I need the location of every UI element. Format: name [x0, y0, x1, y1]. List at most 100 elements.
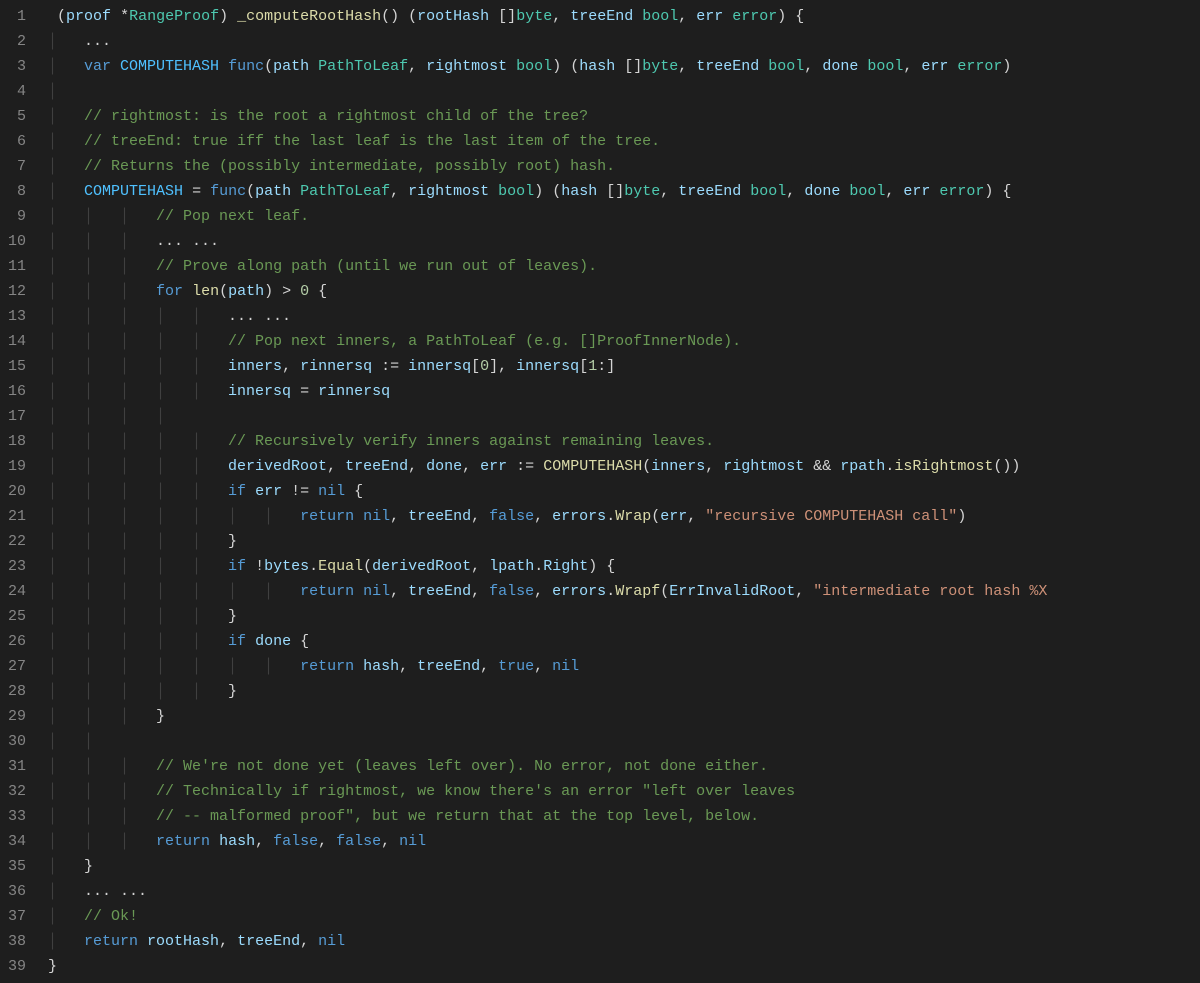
token: byte	[624, 183, 660, 200]
token: treeEnd	[408, 583, 471, 600]
token: innersq	[516, 358, 579, 375]
code-line[interactable]: │ │ │ │ │ if done {	[48, 629, 1200, 654]
token: bool	[750, 183, 786, 200]
code-line[interactable]: │ return rootHash, treeEnd, nil	[48, 929, 1200, 954]
token: ,	[255, 833, 273, 850]
token: bool	[516, 58, 552, 75]
token: │	[48, 83, 57, 100]
token: ,	[318, 833, 336, 850]
token: done	[804, 183, 849, 200]
token: ,	[678, 58, 696, 75]
token: nil	[318, 483, 354, 500]
code-line[interactable]: │ │ │ │ │ │ │ return nil, treeEnd, false…	[48, 504, 1200, 529]
code-line[interactable]: │ COMPUTEHASH = func(path PathToLeaf, ri…	[48, 179, 1200, 204]
code-area[interactable]: (proof *RangeProof) _computeRootHash() (…	[38, 0, 1200, 983]
code-line[interactable]: │ │ │ │ │ innersq = rinnersq	[48, 379, 1200, 404]
token: }	[84, 858, 93, 875]
line-number: 27	[8, 654, 26, 679]
token: ,	[462, 458, 480, 475]
code-line[interactable]: │ │ │ │ │ }	[48, 529, 1200, 554]
code-line[interactable]: │ │	[48, 729, 1200, 754]
token: │ │ │ │ │ │ │	[48, 658, 300, 675]
code-line[interactable]: │ │ │ // -- malformed proof", but we ret…	[48, 804, 1200, 829]
code-line[interactable]: │ │ │ │ │ }	[48, 679, 1200, 704]
code-line[interactable]: │ ...	[48, 29, 1200, 54]
code-line[interactable]: │ │ │ │ │ if !bytes.Equal(derivedRoot, l…	[48, 554, 1200, 579]
token: nil	[363, 508, 390, 525]
token: hash	[363, 658, 399, 675]
code-line[interactable]: │ │ │ for len(path) > 0 {	[48, 279, 1200, 304]
token: // Recursively verify inners against rem…	[228, 433, 714, 450]
token: RangeProof	[129, 8, 219, 25]
token: ,	[282, 358, 300, 375]
line-number: 9	[8, 204, 26, 229]
token: true	[498, 658, 534, 675]
code-line[interactable]: │ │ │ │ │ // Recursively verify inners a…	[48, 429, 1200, 454]
token: ,	[534, 508, 552, 525]
token: *	[120, 8, 129, 25]
token: error	[939, 183, 984, 200]
token: bool	[498, 183, 534, 200]
code-line[interactable]: │ │ │ │ │ │ │ return hash, treeEnd, true…	[48, 654, 1200, 679]
code-line[interactable]: │ │ │ // Prove along path (until we run …	[48, 254, 1200, 279]
token: // rightmost: is the root a rightmost ch…	[84, 108, 588, 125]
token: treeEnd	[678, 183, 750, 200]
code-line[interactable]: │ }	[48, 854, 1200, 879]
code-line[interactable]: │	[48, 79, 1200, 104]
token: │ │ │ │ │	[48, 308, 228, 325]
line-number: 30	[8, 729, 26, 754]
token: hash	[561, 183, 606, 200]
line-number: 28	[8, 679, 26, 704]
code-line[interactable]: │ │ │ │ │ if err != nil {	[48, 479, 1200, 504]
code-line[interactable]: │ │ │ │ │ inners, rinnersq := innersq[0]…	[48, 354, 1200, 379]
code-line[interactable]: │ │ │ // Pop next leaf.	[48, 204, 1200, 229]
code-line[interactable]: │ // treeEnd: true iff the last leaf is …	[48, 129, 1200, 154]
token: :]	[597, 358, 615, 375]
token: =	[183, 183, 210, 200]
code-line[interactable]: │ // Returns the (possibly intermediate,…	[48, 154, 1200, 179]
token: ,	[219, 933, 237, 950]
code-line[interactable]: │ │ │ │ │ }	[48, 604, 1200, 629]
code-line[interactable]: │ │ │ │ │ │ │ return nil, treeEnd, false…	[48, 579, 1200, 604]
token: "recursive COMPUTEHASH call"	[705, 508, 957, 525]
line-number: 15	[8, 354, 26, 379]
code-line[interactable]: │ │ │ │	[48, 404, 1200, 429]
code-line[interactable]: │ var COMPUTEHASH func(path PathToLeaf, …	[48, 54, 1200, 79]
token: (	[651, 508, 660, 525]
token: │ │ │	[48, 758, 156, 775]
code-line[interactable]: │ │ │ // Technically if rightmost, we kn…	[48, 779, 1200, 804]
code-editor[interactable]: 1234567891011121314151617181920212223242…	[0, 0, 1200, 983]
token: err	[480, 458, 507, 475]
token: ,	[687, 508, 705, 525]
code-line[interactable]: │ │ │ │ │ ... ...	[48, 304, 1200, 329]
token: hash	[579, 58, 624, 75]
line-number: 39	[8, 954, 26, 979]
token: │ │ │ │ │ │ │	[48, 583, 300, 600]
token: // Returns the (possibly intermediate, p…	[84, 158, 615, 175]
code-line[interactable]: │ │ │ return hash, false, false, nil	[48, 829, 1200, 854]
code-line[interactable]: │ ... ...	[48, 879, 1200, 904]
token: done	[255, 633, 291, 650]
code-line[interactable]: │ │ │ │ │ derivedRoot, treeEnd, done, er…	[48, 454, 1200, 479]
token: err	[696, 8, 732, 25]
token: │	[48, 58, 84, 75]
code-line[interactable]: │ // rightmost: is the root a rightmost …	[48, 104, 1200, 129]
code-line[interactable]: │ │ │ }	[48, 704, 1200, 729]
token: done	[426, 458, 462, 475]
code-line[interactable]: │ // Ok!	[48, 904, 1200, 929]
token: bool	[849, 183, 885, 200]
code-line[interactable]: (proof *RangeProof) _computeRootHash() (…	[48, 4, 1200, 29]
code-line[interactable]: │ │ │ │ │ // Pop next inners, a PathToLe…	[48, 329, 1200, 354]
code-line[interactable]: │ │ │ // We're not done yet (leaves left…	[48, 754, 1200, 779]
code-line[interactable]: │ │ │ ... ...	[48, 229, 1200, 254]
token: ... ...	[84, 883, 147, 900]
token: │ │ │	[48, 283, 156, 300]
token: ,	[903, 58, 921, 75]
token: ...	[84, 33, 111, 50]
line-number: 31	[8, 754, 26, 779]
token: // Ok!	[84, 908, 138, 925]
code-line[interactable]: }	[48, 954, 1200, 979]
line-number: 35	[8, 854, 26, 879]
line-number-gutter: 1234567891011121314151617181920212223242…	[0, 0, 38, 983]
token: hash	[219, 833, 255, 850]
